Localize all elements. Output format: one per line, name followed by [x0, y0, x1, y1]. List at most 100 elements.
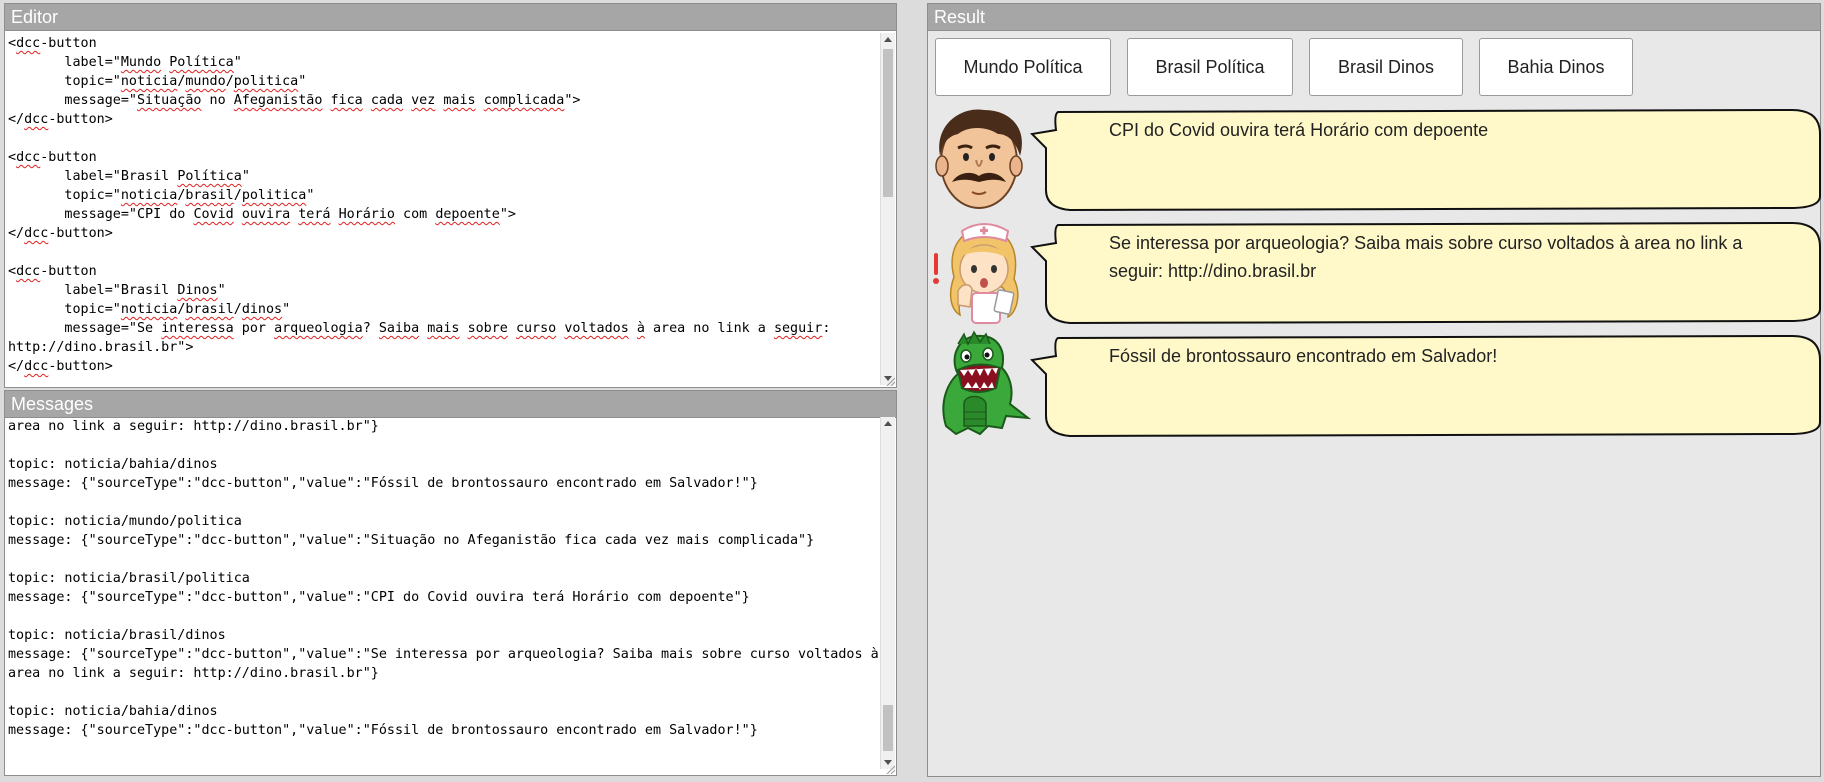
message-bubble-row: CPI do Covid ouvira terá Horário com dep… [928, 104, 1822, 212]
misspelled-word: politica [241, 188, 307, 203]
message-log-line: topic: noticia/bahia/dinos [8, 457, 218, 472]
nurse-avatar-icon [933, 223, 1019, 324]
misspelled-word: ouvira [241, 207, 291, 222]
code-text: -button> [48, 112, 113, 127]
brasil-dinos-button[interactable]: Brasil Dinos [1309, 38, 1463, 96]
message-log-line: message: {"sourceType":"dcc-button","val… [8, 590, 750, 605]
editor-textarea[interactable]: <dcc-button label="Mundo Política" topic… [8, 34, 879, 382]
messages-title: Messages [5, 391, 896, 418]
resize-grip-icon[interactable] [885, 376, 895, 386]
misspelled-word: dcc [16, 36, 41, 51]
code-text: "> [499, 207, 516, 222]
misspelled-word: terá [298, 207, 331, 222]
code-text: topic=" [8, 302, 121, 317]
editor-code-line: <dcc-button [8, 262, 879, 281]
code-text: </ [8, 359, 25, 374]
misspelled-word: Covid [193, 207, 234, 222]
editor-code-line: <dcc-button [8, 148, 879, 167]
misspelled-word: Saiba [378, 321, 420, 336]
messages-scrollbar[interactable] [880, 417, 895, 769]
editor-scrollbar[interactable] [880, 33, 895, 385]
misspelled-word: Mundo [120, 55, 162, 70]
code-text: topic=" [8, 74, 121, 89]
code-text: http://dino.brasil.br"> [8, 340, 194, 355]
code-text: " [282, 302, 291, 317]
message-log-line [8, 550, 879, 569]
scroll-up-arrow-icon[interactable] [884, 421, 892, 426]
code-text: topic=" [8, 188, 121, 203]
misspelled-word: interessa [161, 321, 234, 336]
code-text: label="Brasil [8, 283, 178, 298]
bahia-dinos-button[interactable]: Bahia Dinos [1479, 38, 1633, 96]
code-text: com [395, 207, 436, 222]
message-log-line: area no link a seguir: http://dino.brasi… [8, 666, 379, 681]
code-text: label=" [8, 55, 121, 70]
code-text: < [8, 36, 17, 51]
code-text: message="CPI do [8, 207, 194, 222]
messages-panel: Messages area no link a seguir: http://d… [4, 390, 897, 776]
editor-code-line: </dcc-button> [8, 110, 879, 129]
code-text: -button [40, 150, 97, 165]
mundo-politica-button[interactable]: Mundo Política [935, 38, 1111, 96]
code-text: " [241, 169, 250, 184]
misspelled-word: mais [427, 321, 460, 336]
brasil-politica-button[interactable]: Brasil Política [1127, 38, 1293, 96]
editor-title: Editor [5, 4, 896, 31]
message-log-line: message: {"sourceType":"dcc-button","val… [8, 723, 758, 738]
result-title: Result [928, 4, 1820, 31]
editor-code-line: topic="noticia/brasil/dinos" [8, 300, 879, 319]
resize-grip-icon[interactable] [885, 764, 895, 774]
button-row: Mundo Política Brasil Política Brasil Di… [935, 38, 1633, 96]
editor-code-line: topic="noticia/brasil/politica" [8, 186, 879, 205]
messages-textarea[interactable]: area no link a seguir: http://dino.brasi… [8, 417, 879, 769]
misspelled-word: mais [443, 93, 476, 108]
code-text: < [8, 264, 17, 279]
bubble-text: Fóssil de brontossauro encontrado em Sal… [1109, 346, 1498, 366]
misspelled-word: dinos [241, 302, 283, 317]
editor-code-line: label="Brasil Política" [8, 167, 879, 186]
editor-code-line: message="CPI do Covid ouvira terá Horári… [8, 205, 879, 224]
message-bubble-row: Se interessa por arqueologia? Saiba mais… [928, 217, 1822, 325]
message-log-line: topic: noticia/brasil/politica [8, 571, 250, 586]
misspelled-word: noticia [120, 188, 178, 203]
code-text: label="Brasil [8, 169, 178, 184]
code-text: " [233, 55, 242, 70]
misspelled-word: Horário [338, 207, 395, 222]
code-text: -button> [48, 226, 113, 241]
misspelled-word: noticia [120, 74, 178, 89]
message-log-line: area no link a seguir: http://dino.brasi… [8, 419, 379, 434]
misspelled-word: brasil [185, 302, 234, 317]
code-text: "> [564, 93, 581, 108]
misspelled-word: mundo [185, 74, 226, 89]
message-log-line: topic: noticia/mundo/politica [8, 514, 242, 529]
editor-code-line [8, 243, 879, 262]
misspelled-word: voltados [564, 321, 629, 336]
misspelled-word: sobre [467, 321, 508, 336]
code-text: por [233, 321, 275, 336]
misspelled-word: Situação [137, 93, 202, 108]
scroll-up-arrow-icon[interactable] [884, 37, 892, 42]
misspelled-word: arqueologia [274, 321, 363, 336]
code-text: < [8, 150, 17, 165]
editor-scroll-thumb[interactable] [883, 49, 893, 197]
misspelled-word: à [636, 321, 645, 336]
messages-scroll-thumb[interactable] [883, 705, 893, 751]
message-log-line [8, 683, 879, 702]
misspelled-word: dcc [16, 150, 41, 165]
editor-code-line [8, 129, 879, 148]
dinosaur-avatar-icon [942, 330, 1032, 436]
code-text: -button [40, 36, 97, 51]
editor-code-line: http://dino.brasil.br"> [8, 338, 879, 357]
editor-code-line: topic="noticia/mundo/politica" [8, 72, 879, 91]
editor-code-line: <dcc-button [8, 34, 879, 53]
code-text: area no link a [644, 321, 774, 336]
misspelled-word: noticia [120, 302, 178, 317]
message-log-line: message: {"sourceType":"dcc-button","val… [8, 533, 815, 548]
code-text: " [217, 283, 226, 298]
misspelled-word: Política [169, 55, 234, 70]
